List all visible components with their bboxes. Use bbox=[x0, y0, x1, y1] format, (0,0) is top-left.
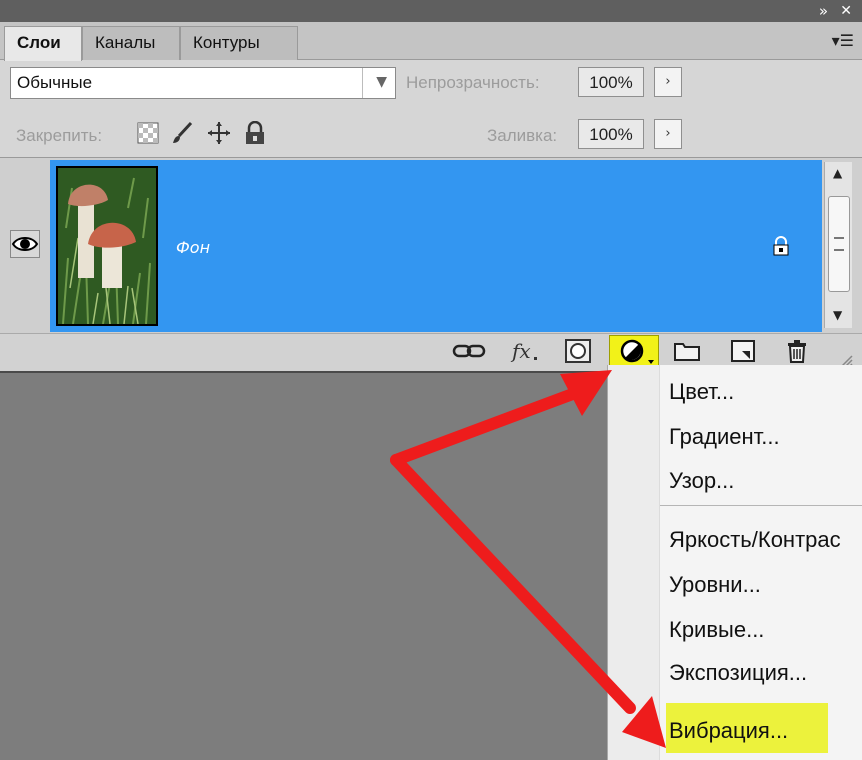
arrow-line-to-button bbox=[390, 386, 584, 466]
arrow-line-to-menu-item bbox=[390, 454, 636, 714]
annotation-arrows bbox=[390, 370, 666, 748]
